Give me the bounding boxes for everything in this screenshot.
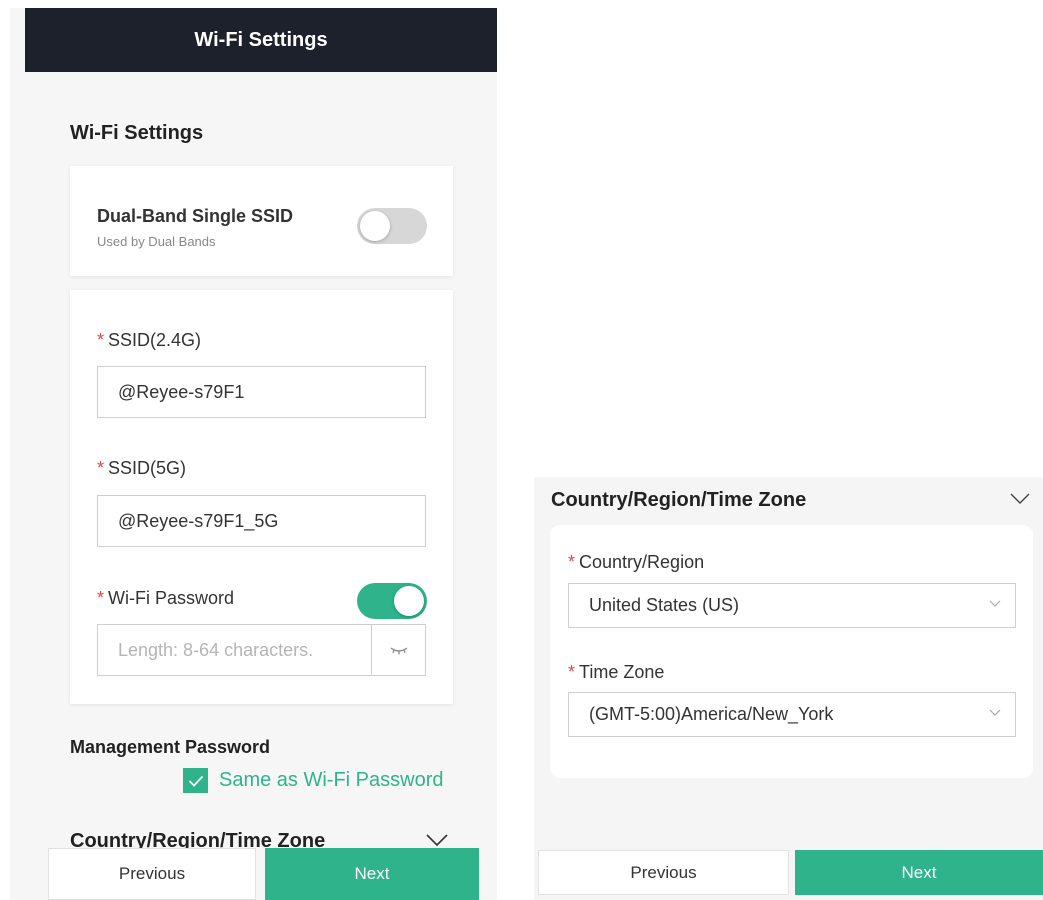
- ssid-24g-label: * SSID(2.4G): [97, 330, 201, 351]
- required-mark: *: [97, 458, 105, 478]
- management-password-title: Management Password: [70, 737, 271, 757]
- time-zone-value: (GMT-5:00)America/New_York: [589, 704, 834, 724]
- wifi-password-input[interactable]: Length: 8-64 characters.: [97, 624, 426, 676]
- required-mark: *: [97, 330, 105, 350]
- ssid-5g-value: @Reyee-s79F1_5G: [118, 510, 279, 531]
- wifi-password-toggle[interactable]: [357, 583, 427, 619]
- required-mark: *: [568, 662, 576, 682]
- dual-band-sublabel: Used by Dual Bands: [97, 234, 216, 249]
- chevron-down-icon[interactable]: [1010, 493, 1030, 504]
- ssid-24g-label-text: SSID(2.4G): [108, 330, 202, 350]
- wifi-settings-section-title: Wi-Fi Settings: [70, 122, 204, 144]
- required-mark: *: [97, 588, 105, 608]
- check-icon: [188, 775, 203, 787]
- country-region-value: United States (US): [589, 595, 740, 615]
- previous-button[interactable]: Previous: [538, 850, 789, 895]
- wifi-password-label-text: Wi-Fi Password: [108, 588, 235, 608]
- dual-band-label: Dual-Band Single SSID: [97, 206, 294, 226]
- eye-closed-icon: [390, 647, 407, 655]
- same-as-wifi-checkbox[interactable]: Same as Wi-Fi Password: [183, 768, 444, 793]
- required-mark: *: [568, 552, 576, 572]
- wifi-settings-panel: Wi-Fi Settings Wi-Fi Settings Dual-Band …: [10, 8, 497, 900]
- time-zone-select[interactable]: (GMT-5:00)America/New_York: [568, 692, 1016, 737]
- chevron-down-icon[interactable]: [426, 834, 448, 846]
- ssid-5g-label: * SSID(5G): [97, 458, 186, 479]
- country-timezone-card: * Country/Region United States (US) * Time…: [550, 525, 1033, 778]
- checkbox-checked-icon[interactable]: [183, 768, 208, 793]
- next-button[interactable]: Next: [265, 848, 479, 900]
- country-region-label-text: Country/Region: [579, 552, 705, 572]
- dual-band-toggle[interactable]: [357, 208, 427, 244]
- country-region-label: * Country/Region: [568, 552, 704, 573]
- wifi-password-label: * Wi-Fi Password: [97, 588, 234, 609]
- ssid-card: * SSID(2.4G) @Reyee-s79F1 * SSID(5G) @Reye…: [70, 290, 453, 704]
- time-zone-label-text: Time Zone: [579, 662, 665, 682]
- country-region-panel: Country/Region/Time Zone * Country/Region…: [534, 477, 1043, 900]
- time-zone-label: * Time Zone: [568, 662, 664, 683]
- toggle-knob: [394, 586, 424, 616]
- toggle-knob: [360, 211, 390, 241]
- wifi-password-placeholder: Length: 8-64 characters.: [118, 639, 314, 660]
- chevron-down-icon: [989, 709, 1001, 716]
- ssid-24g-input[interactable]: @Reyee-s79F1: [97, 366, 426, 418]
- page-header: Wi-Fi Settings: [25, 8, 497, 72]
- dual-band-card: Dual-Band Single SSID Used by Dual Bands: [70, 166, 453, 276]
- chevron-down-icon: [989, 600, 1001, 607]
- previous-button[interactable]: Previous: [48, 848, 256, 900]
- same-as-wifi-label: Same as Wi-Fi Password: [219, 769, 444, 791]
- country-region-select[interactable]: United States (US): [568, 583, 1016, 628]
- hide-password-icon[interactable]: [371, 625, 425, 675]
- country-section-title: Country/Region/Time Zone: [551, 489, 807, 511]
- next-button[interactable]: Next: [795, 850, 1043, 895]
- page-title: Wi-Fi Settings: [194, 28, 328, 51]
- ssid-5g-input[interactable]: @Reyee-s79F1_5G: [97, 495, 426, 547]
- ssid-24g-value: @Reyee-s79F1: [118, 381, 245, 402]
- ssid-5g-label-text: SSID(5G): [108, 458, 187, 478]
